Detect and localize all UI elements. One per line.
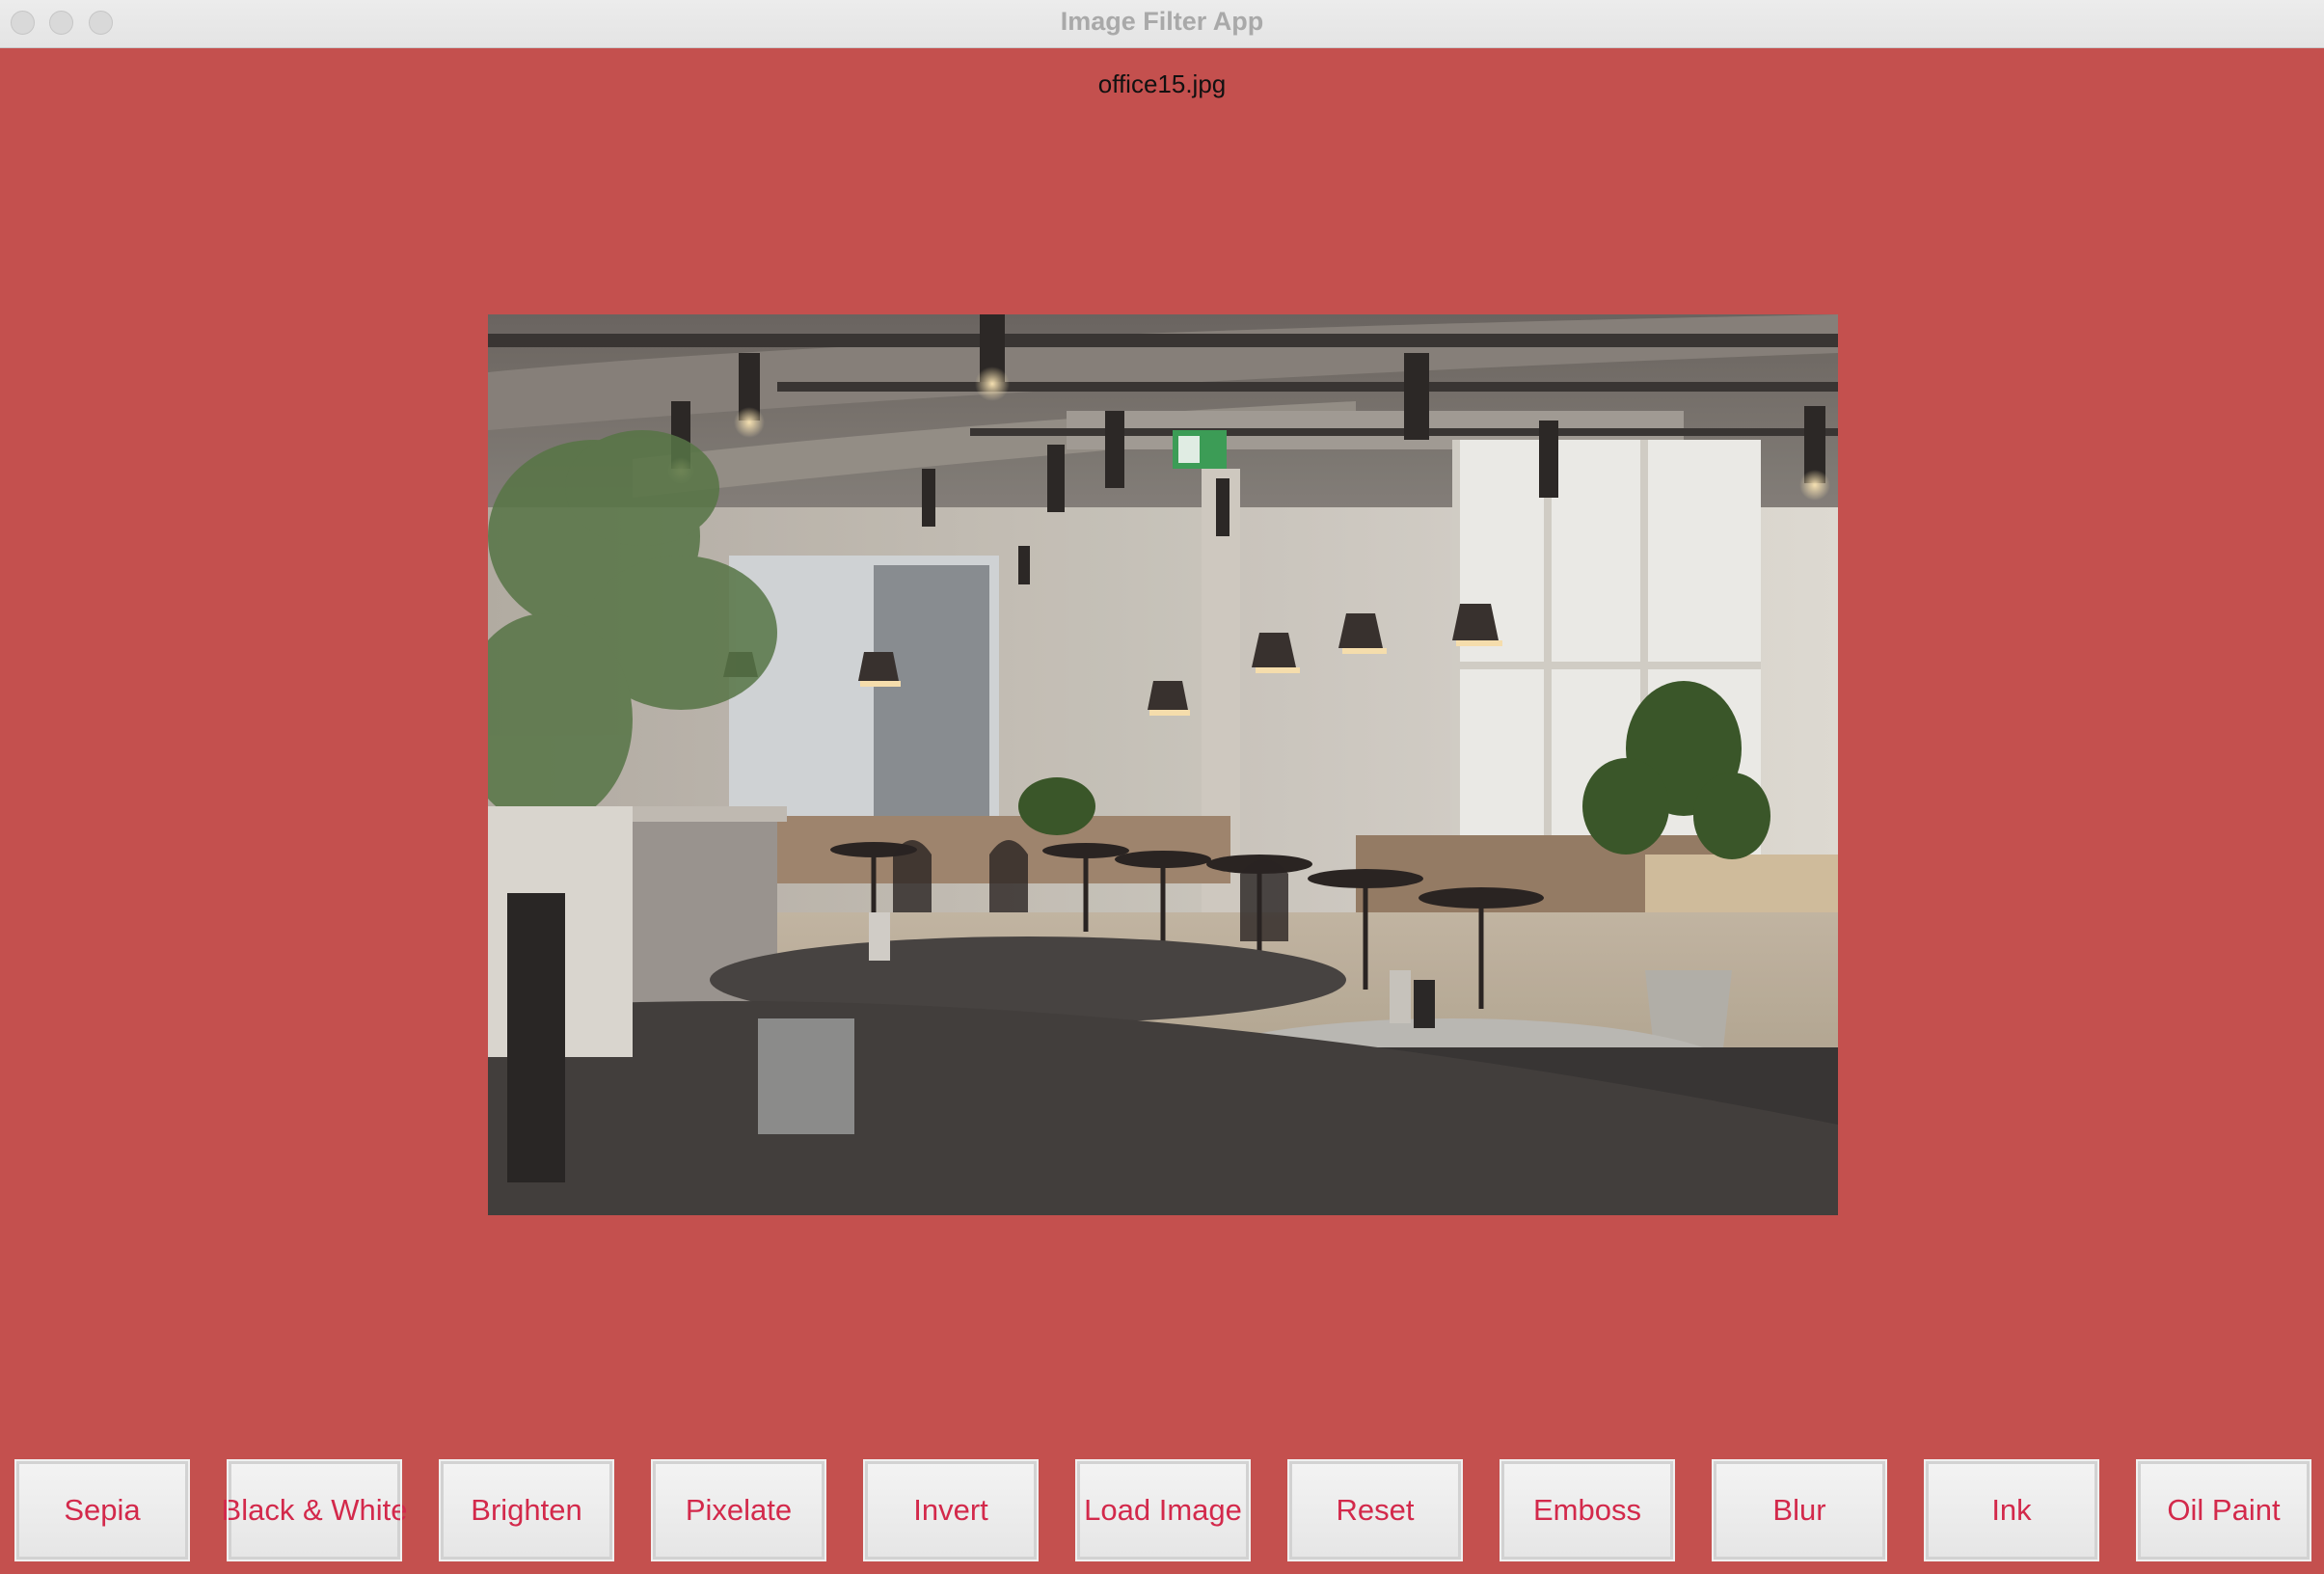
pixelate-button[interactable]: Pixelate [651,1459,826,1561]
reset-button[interactable]: Reset [1287,1459,1463,1561]
office-photo [488,314,1838,1215]
main-panel: office15.jpg Sepia Black & White Brighte… [0,48,2324,1574]
filename-label: office15.jpg [1097,69,1227,98]
blur-button[interactable]: Blur [1712,1459,1887,1561]
window-title: Image Filter App [1060,7,1264,36]
oil-paint-button[interactable]: Oil Paint [2136,1459,2311,1561]
window-titlebar: Image Filter App [0,0,2324,48]
image-preview [488,314,1838,1215]
emboss-button[interactable]: Emboss [1500,1459,1675,1561]
brighten-button[interactable]: Brighten [439,1459,614,1561]
black-white-button[interactable]: Black & White [222,1459,407,1561]
sepia-button[interactable]: Sepia [14,1459,190,1561]
filter-toolbar: Sepia Black & White Brighten Pixelate In… [0,1459,2324,1562]
invert-button[interactable]: Invert [863,1459,1039,1561]
load-image-button[interactable]: Load Image [1075,1459,1251,1561]
ink-button[interactable]: Ink [1924,1459,2099,1561]
